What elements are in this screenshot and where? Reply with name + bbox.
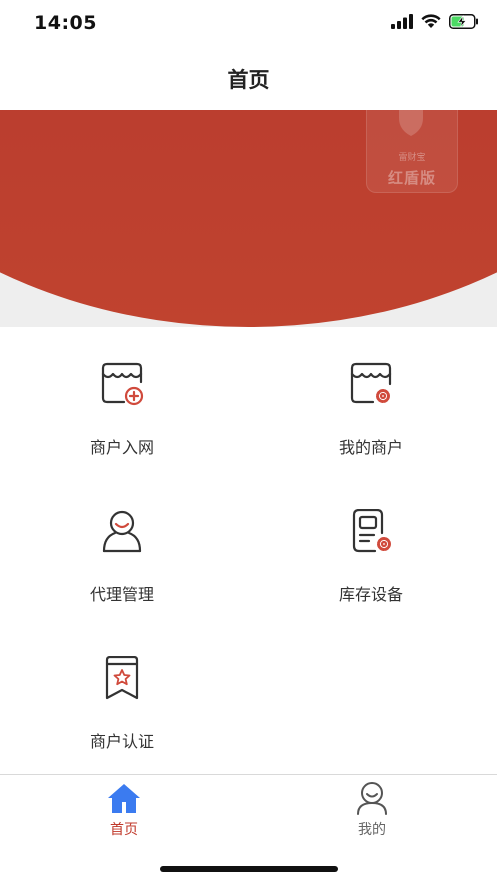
menu-item-agent-management[interactable]: 代理管理	[42, 509, 202, 619]
banner-edition-text: 红盾版	[387, 169, 436, 187]
navigation-bar: 首页	[0, 48, 497, 110]
tab-profile-label: 我的	[358, 822, 386, 838]
shield-icon	[399, 110, 423, 136]
wifi-icon	[421, 14, 441, 28]
status-icons	[391, 14, 479, 29]
menu-item-merchant-onboarding[interactable]: 商户入网	[42, 362, 202, 472]
banner[interactable]: 雷财宝 红盾版	[0, 110, 497, 327]
menu-item-my-merchants[interactable]: 我的商户	[291, 362, 451, 472]
tab-profile[interactable]: 我的	[312, 781, 432, 839]
battery-charging-icon	[449, 14, 478, 29]
banner-shield-logo: 雷财宝 红盾版	[366, 110, 458, 193]
shop-add-icon	[101, 362, 144, 406]
menu-item-label: 代理管理	[89, 585, 154, 604]
home-indicator	[160, 866, 338, 872]
menu-item-label: 我的商户	[338, 438, 403, 457]
home-icon	[108, 784, 140, 813]
shop-settings-icon	[350, 362, 392, 404]
status-bar: 14:05	[0, 0, 497, 48]
menu-item-inventory-devices[interactable]: 库存设备	[291, 509, 451, 619]
profile-icon	[357, 782, 387, 815]
menu-item-label: 商户入网	[89, 438, 154, 457]
bookmark-star-icon	[105, 656, 139, 700]
device-settings-icon	[352, 509, 391, 553]
agent-icon	[102, 510, 142, 553]
menu-item-label: 商户认证	[89, 732, 154, 751]
menu-item-label: 库存设备	[338, 585, 403, 604]
banner-brand-text: 雷财宝	[398, 153, 426, 163]
menu-item-merchant-verification[interactable]: 商户认证	[42, 656, 202, 766]
page-title: 首页	[227, 68, 270, 92]
tab-home-label: 首页	[110, 822, 138, 838]
signal-icon	[391, 14, 413, 29]
status-time: 14:05	[34, 12, 97, 34]
tab-home[interactable]: 首页	[64, 781, 184, 839]
